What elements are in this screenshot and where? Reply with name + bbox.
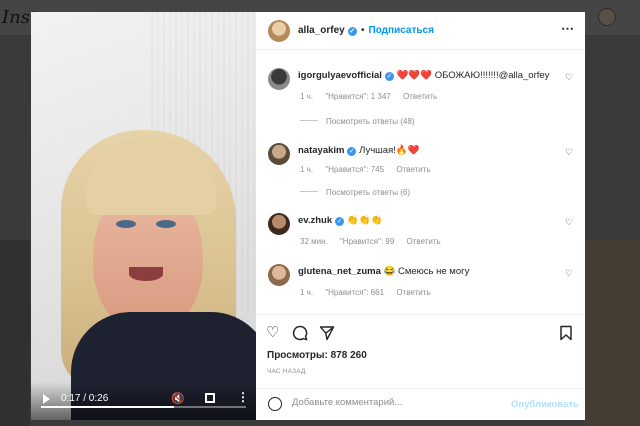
verified-badge-icon: ✓ (347, 147, 357, 156)
like-comment-heart-icon[interactable]: ♡ (565, 72, 573, 83)
video-person-mouth (129, 267, 163, 281)
commenter-username[interactable]: ev.zhuk (298, 215, 332, 226)
comment-input[interactable] (292, 397, 492, 408)
comment-likes[interactable]: "Нравится": 745 (325, 165, 384, 174)
like-comment-heart-icon[interactable]: ♡ (565, 147, 573, 158)
commenter-username[interactable]: natayakim (298, 145, 344, 156)
like-comment-heart-icon[interactable]: ♡ (565, 217, 573, 228)
comment-time: 1 ч. (300, 165, 314, 174)
commenter-avatar[interactable] (268, 264, 290, 286)
comment-text: ev.zhuk ✓ 👏👏👏 (298, 215, 382, 226)
video-person-eye (156, 220, 176, 228)
author-username[interactable]: alla_orfey ✓ (298, 25, 357, 36)
verified-badge-icon: ✓ (335, 217, 345, 226)
add-comment-bar: Опубликовать (256, 388, 585, 420)
video-progress-fill (41, 406, 175, 408)
commenter-username[interactable]: glutena_net_zuma (298, 266, 381, 277)
emoji-icon[interactable] (268, 397, 282, 411)
reply-button[interactable]: Ответить (403, 92, 437, 101)
fullscreen-icon[interactable] (205, 393, 215, 403)
comment-likes[interactable]: "Нравится": 1 347 (325, 92, 390, 101)
author-avatar[interactable] (268, 20, 290, 42)
author-username-text: alla_orfey (298, 25, 345, 36)
commenter-avatar[interactable] (268, 213, 290, 235)
reply-button[interactable]: Ответить (407, 237, 441, 246)
view-replies-label: Посмотреть ответы (48) (326, 117, 415, 126)
comment-meta: 1 ч. "Нравится": 1 347 Ответить (300, 92, 447, 101)
share-icon[interactable] (319, 325, 335, 344)
video-person-eye (116, 220, 136, 228)
comment-text: glutena_net_zuma 😂 Смеюсь не могу (298, 266, 469, 277)
post-time-ago: ЧАС НАЗАД (267, 368, 306, 375)
replies-line (300, 120, 318, 121)
separator-dot: • (361, 25, 365, 36)
comment-meta: 1 ч. "Нравится": 745 Ответить (300, 165, 441, 174)
follow-label: Подписаться (368, 25, 434, 36)
commenter-avatar[interactable] (268, 143, 290, 165)
mute-icon[interactable]: 🔇 (171, 392, 185, 405)
reply-button[interactable]: Ответить (396, 165, 430, 174)
comment-icon[interactable] (292, 325, 308, 344)
comment-likes[interactable]: "Нравится": 661 (325, 288, 384, 297)
video-player[interactable]: 0:17 / 0:26 🔇 ⋮ (31, 12, 256, 420)
comment-likes[interactable]: "Нравится": 99 (340, 237, 394, 246)
view-replies-button[interactable]: Посмотреть ответы (6) (300, 188, 410, 197)
comment-body: ❤️❤️❤️ ОБОЖАЮ!!!!!!!@alla_orfey (396, 70, 550, 81)
reply-button[interactable]: Ответить (396, 288, 430, 297)
like-comment-heart-icon[interactable]: ♡ (565, 268, 573, 279)
follow-button[interactable]: • Подписаться (361, 25, 434, 36)
comment-body: 👏👏👏 (346, 215, 383, 226)
comment-body: 😂 Смеюсь не могу (383, 266, 470, 277)
more-options-icon[interactable]: ⋯ (561, 21, 574, 37)
publish-button[interactable]: Опубликовать (511, 399, 579, 410)
comment-body: Лучшая!🔥❤️ (359, 145, 420, 156)
commenter-avatar[interactable] (268, 68, 290, 90)
views-count[interactable]: Просмотры: 878 260 (267, 350, 367, 361)
more-options-icon[interactable]: ⋮ (237, 390, 249, 404)
comment-text: natayakim ✓ Лучшая!🔥❤️ (298, 145, 420, 156)
comment-meta: 32 мин. "Нравится": 99 Ответить (300, 237, 451, 246)
heart-icon[interactable]: ♡ (266, 325, 279, 340)
verified-badge-icon: ✓ (384, 72, 394, 81)
view-replies-button[interactable]: Посмотреть ответы (48) (300, 117, 414, 126)
verified-badge-icon: ✓ (347, 27, 357, 36)
post-actions: ♡ (256, 314, 585, 350)
play-icon[interactable] (43, 394, 50, 404)
video-controls: 0:17 / 0:26 🔇 ⋮ (31, 382, 256, 420)
post-panel: alla_orfey ✓ • Подписаться ⋯ igorgulyaevof… (256, 12, 585, 420)
replies-line (300, 191, 318, 192)
comment-meta: 1 ч. "Нравится": 661 Ответить (300, 288, 441, 297)
video-time: 0:17 / 0:26 (61, 393, 109, 404)
comment-time: 1 ч. (300, 92, 314, 101)
video-progress-bar[interactable] (41, 406, 246, 408)
view-replies-label: Посмотреть ответы (6) (326, 188, 411, 197)
comment-text: igorgulyaevofficial ✓ ❤️❤️❤️ ОБОЖАЮ!!!!!!… (298, 70, 549, 81)
post-header: alla_orfey ✓ • Подписаться ⋯ (256, 12, 585, 50)
comment-time: 1 ч. (300, 288, 314, 297)
commenter-username[interactable]: igorgulyaevofficial (298, 70, 382, 81)
comment-time: 32 мин. (300, 237, 328, 246)
bookmark-icon[interactable] (559, 325, 573, 344)
